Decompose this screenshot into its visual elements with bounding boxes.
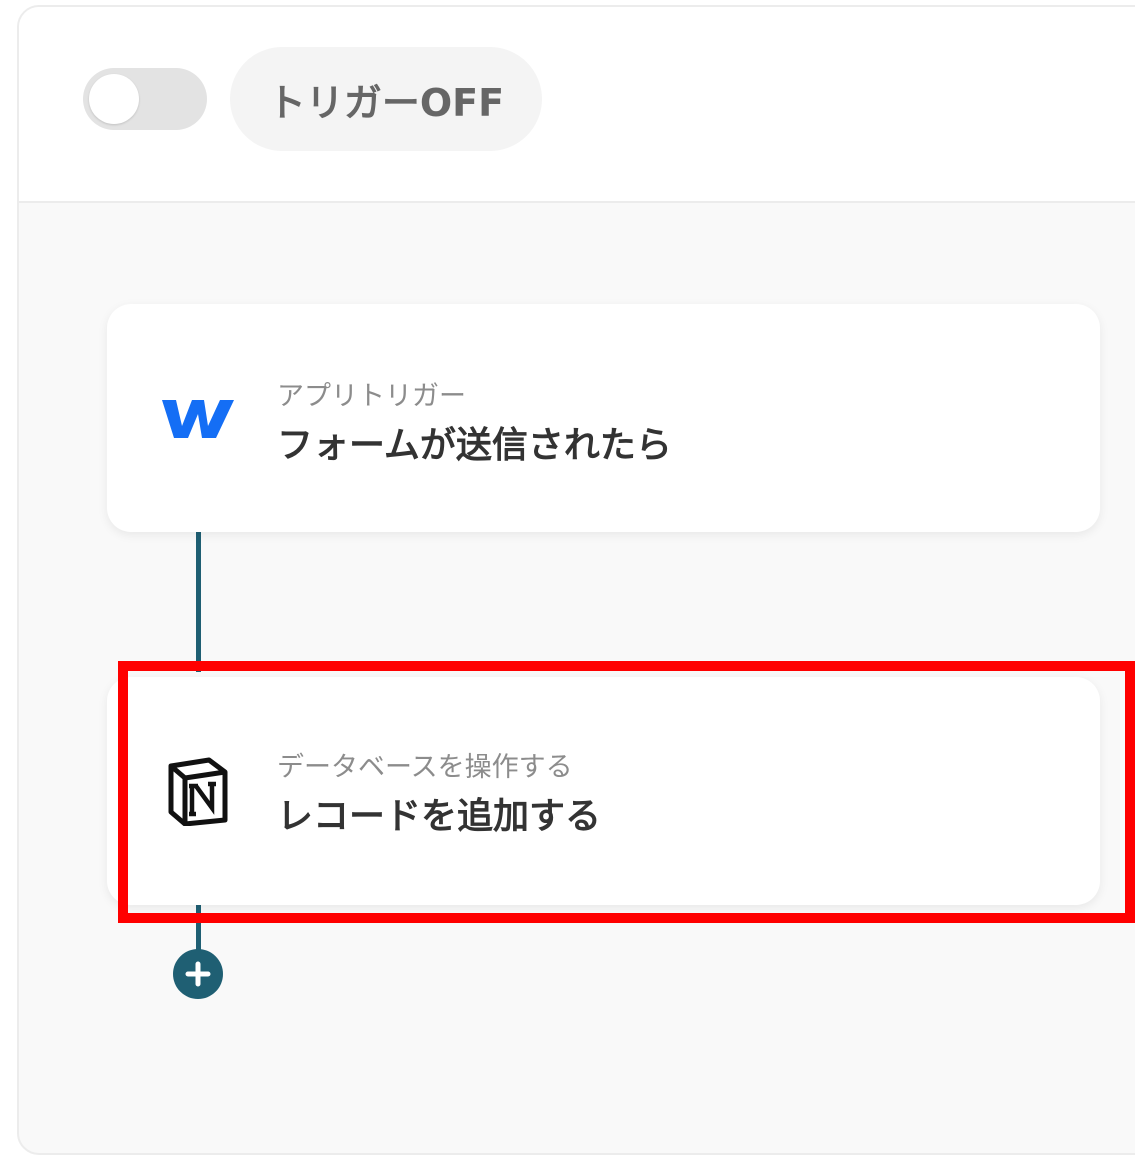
step-subtitle: データベースを操作する (277, 752, 573, 783)
step-title: レコードを追加する (277, 796, 602, 837)
plus-icon (185, 961, 211, 987)
flow-connector-line (196, 520, 201, 672)
trigger-toggle[interactable] (83, 68, 207, 130)
notion-icon (162, 755, 234, 827)
flow-step-card-action[interactable]: データベースを操作する レコードを追加する (107, 677, 1100, 905)
flow-toolbar: トリガーOFF (19, 7, 1135, 203)
webflow-icon (162, 382, 234, 454)
step-subtitle: アプリトリガー (277, 381, 466, 412)
trigger-status-badge: トリガーOFF (230, 47, 542, 151)
flow-step-card-trigger[interactable]: アプリトリガー フォームが送信されたら (107, 304, 1100, 532)
toggle-knob (89, 74, 139, 124)
step-title: フォームが送信されたら (277, 425, 672, 466)
add-step-button[interactable] (173, 949, 223, 999)
